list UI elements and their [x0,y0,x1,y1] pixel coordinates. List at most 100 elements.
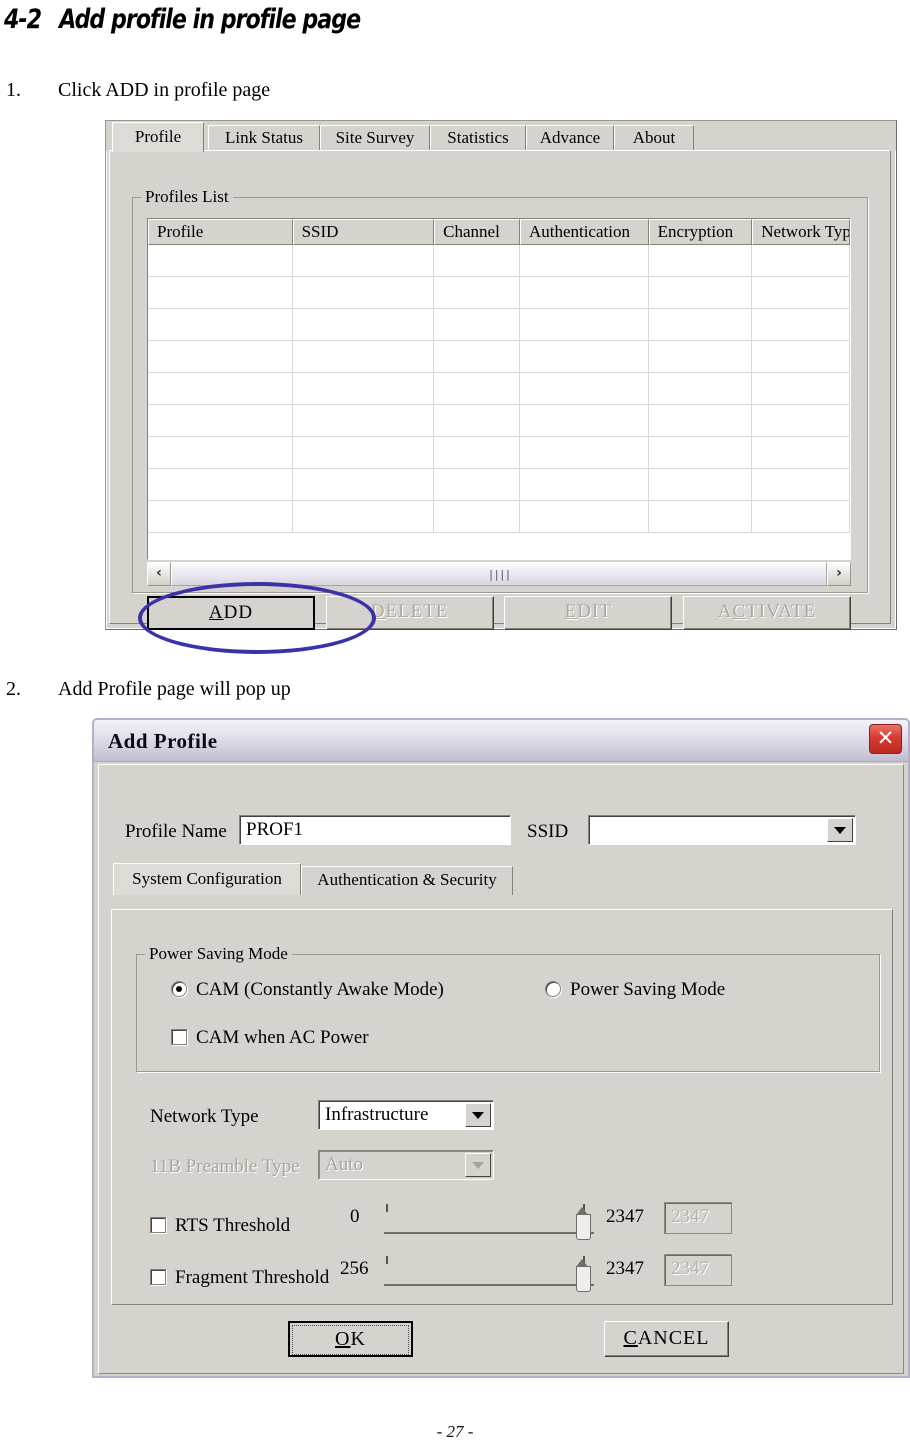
table-row[interactable] [148,469,850,501]
column-header-profile[interactable]: Profile [148,219,293,245]
checkbox-fragment-threshold[interactable]: Fragment Threshold [150,1267,329,1289]
preamble-type-chevron-down-icon[interactable] [465,1153,491,1177]
table-cell [434,277,520,308]
table-cell [752,405,850,436]
profile-window: Profile Link Status Site Survey Statisti… [105,120,897,654]
scrollbar-thumb[interactable]: |||| [171,562,827,586]
add-profile-tabstrip: System Configuration Authentication & Se… [99,861,905,895]
add-button[interactable]: ADD [147,596,315,630]
ok-button[interactable]: OK [288,1321,413,1357]
fragment-threshold-slider[interactable] [384,1256,594,1292]
radio-cam-constantly-awake[interactable]: CAM (Constantly Awake Mode) [171,979,444,1001]
checkbox-rts-threshold[interactable]: RTS Threshold [150,1215,290,1237]
tab-link-status[interactable]: Link Status [208,125,320,151]
column-header-channel[interactable]: Channel [434,219,520,245]
page-footer: - 27 - [436,1422,474,1441]
column-header-authentication[interactable]: Authentication [519,219,649,245]
ok-button-mnemonic: O [335,1328,351,1350]
column-header-ssid[interactable]: SSID [292,219,435,245]
scroll-right-arrow-icon[interactable]: › [827,562,851,586]
tab-authentication-security[interactable]: Authentication & Security [301,866,513,895]
delete-button-mnemonic: D [370,601,386,622]
delete-button[interactable]: DELETE [325,596,494,630]
close-icon[interactable]: ✕ [869,724,902,754]
table-cell [293,341,435,372]
table-horizontal-scrollbar[interactable]: ‹ |||| › [147,562,851,586]
checkbox-cam-when-ac-power[interactable]: CAM when AC Power [171,1027,369,1049]
tab-about[interactable]: About [614,125,694,151]
rts-threshold-slider[interactable] [384,1204,594,1240]
edit-button[interactable]: EDIT [504,596,673,630]
tab-profile[interactable]: Profile [112,122,204,152]
profile-name-label: Profile Name [125,821,227,842]
table-cell [649,277,753,308]
table-cell [148,373,293,404]
step-item-2: 2. Add Profile page will pop up [6,678,291,701]
table-cell [434,405,520,436]
page-title: 4-2 Add profile in profile page [4,4,361,35]
radio-psm-label: Power Saving Mode [570,979,726,1000]
network-type-combobox[interactable]: Infrastructure [318,1100,494,1130]
table-cell [148,437,293,468]
activate-button[interactable]: ACTIVATE [682,596,851,630]
cancel-button-label: ANCEL [637,1327,710,1349]
table-row[interactable] [148,309,850,341]
cancel-button[interactable]: CANCEL [604,1321,729,1357]
table-cell [293,501,435,532]
table-header-row: Profile SSID Channel Authentication Encr… [148,219,850,245]
table-row[interactable] [148,501,850,533]
table-row[interactable] [148,437,850,469]
rts-threshold-value[interactable]: 2347 [664,1202,732,1234]
table-cell [520,469,649,500]
table-row[interactable] [148,373,850,405]
fragment-slider-thumb[interactable] [576,1259,591,1292]
table-cell [293,373,435,404]
network-type-value: Infrastructure [325,1104,429,1125]
table-cell [434,341,520,372]
add-button-label: DD [223,602,254,623]
activate-button-prefix: A [717,601,733,622]
tab-statistics[interactable]: Statistics [430,125,526,151]
scrollbar-track[interactable]: |||| [171,562,827,586]
fragment-threshold-value[interactable]: 2347 [664,1254,732,1286]
table-row[interactable] [148,405,850,437]
table-cell [148,341,293,372]
activate-button-mnemonic: C [732,601,747,622]
table-cell [434,309,520,340]
table-cell [649,245,753,276]
tab-system-configuration[interactable]: System Configuration [113,863,301,895]
table-cell [148,405,293,436]
table-cell [649,341,753,372]
rts-slider-min-label: 0 [350,1206,360,1227]
preamble-type-combobox[interactable]: Auto [318,1150,494,1180]
profiles-list-group: Profiles List Profile SSID Channel Authe… [132,187,868,654]
network-type-chevron-down-icon[interactable] [465,1103,491,1127]
table-cell [520,501,649,532]
column-header-encryption[interactable]: Encryption [648,219,753,245]
table-cell [752,437,850,468]
table-row[interactable] [148,245,850,277]
radio-cam-label: CAM (Constantly Awake Mode) [196,979,444,1000]
add-profile-dialog: Add Profile ✕ Profile Name PROF1 SSID Sy… [92,718,910,1378]
delete-button-label: ELETE [385,601,449,622]
scroll-left-arrow-icon[interactable]: ‹ [147,562,171,586]
tab-site-survey[interactable]: Site Survey [320,125,430,151]
table-cell [649,501,753,532]
ssid-combobox[interactable] [588,815,856,845]
rts-slider-thumb[interactable] [576,1207,591,1240]
table-row[interactable] [148,277,850,309]
add-profile-titlebar[interactable]: Add Profile ✕ [94,720,908,762]
checkbox-cam-ac-indicator [171,1029,187,1045]
column-header-network-type[interactable]: Network Type [752,219,850,245]
fragment-slider-tick-min [386,1256,388,1264]
profiles-table[interactable]: Profile SSID Channel Authentication Encr… [147,218,851,560]
table-cell [649,405,753,436]
ssid-chevron-down-icon[interactable] [827,818,853,842]
rts-slider-max-label: 2347 [606,1206,644,1227]
profile-name-input[interactable]: PROF1 [239,815,511,845]
radio-power-saving-mode[interactable]: Power Saving Mode [545,979,725,1001]
table-row[interactable] [148,341,850,373]
edit-button-label: DIT [577,601,612,622]
tab-advance[interactable]: Advance [526,125,614,151]
table-cell [520,341,649,372]
